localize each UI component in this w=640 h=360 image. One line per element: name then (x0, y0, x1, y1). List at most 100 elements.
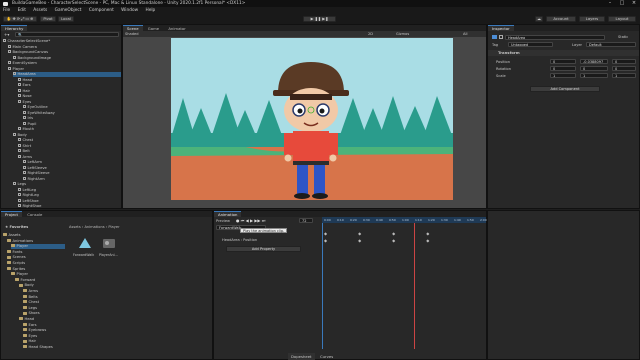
keyframes-row-2[interactable]: ◆◆◆◆ (324, 238, 460, 243)
breadcrumb-animations[interactable]: Animations (84, 225, 104, 229)
project-folder-row[interactable]: Body (19, 283, 65, 288)
close-button[interactable]: × (628, 0, 640, 7)
hierarchy-row[interactable]: LeftArm (23, 160, 121, 165)
timeline-ruler[interactable]: 0:00 0:10 0:20 0:30 0:40 0:50 1:00 1:10 1:20 1:30… (322, 217, 487, 223)
project-folder-row[interactable]: Legs (23, 306, 65, 311)
hierarchy-row[interactable]: Head (18, 78, 121, 83)
tab-console[interactable]: Console (23, 212, 46, 218)
hierarchy-row[interactable]: Main Camera (8, 45, 121, 50)
preview-toggle[interactable]: Preview (216, 219, 230, 223)
hierarchy-row[interactable]: BackgroundImage (13, 56, 121, 61)
tab-inspector[interactable]: Inspector (488, 25, 514, 31)
gizmos-dropdown[interactable]: Gizmos (396, 31, 409, 37)
tab-curves[interactable]: Curves (317, 353, 336, 360)
hierarchy-row[interactable]: RightShoe (18, 204, 121, 209)
tab-dopesheet[interactable]: Dopesheet (288, 353, 315, 360)
hierarchy-row[interactable]: Belt (18, 149, 121, 154)
project-folder-row[interactable]: Ears (23, 323, 65, 328)
playback-controls[interactable]: ● ⏮ ◀ ▶ ▶▶ ⏭ (236, 218, 265, 223)
hierarchy-row[interactable]: BackgroundCanvas (8, 50, 121, 55)
position-z-field[interactable]: 0 (612, 59, 636, 64)
hierarchy-row[interactable]: LeftSleeve (23, 166, 121, 171)
active-checkbox[interactable] (499, 35, 503, 39)
tab-hierarchy[interactable]: Hierarchy (1, 25, 28, 31)
layout-dropdown[interactable]: Layout (608, 16, 636, 22)
rotation-x-field[interactable]: 0 (550, 66, 576, 71)
hierarchy-row[interactable]: Iris (23, 116, 121, 121)
pivot-toggle[interactable]: Pivot (40, 16, 56, 22)
favorites-header[interactable]: ★ Favorites (5, 225, 28, 229)
2d-toggle[interactable]: 2D (368, 31, 373, 37)
minimize-button[interactable]: – (604, 0, 616, 7)
project-folder-row[interactable]: Head Shapes (23, 345, 65, 350)
project-folder-row[interactable]: Player (11, 244, 65, 250)
hierarchy-row[interactable]: Body (13, 133, 121, 138)
hierarchy-row[interactable]: Shirt (18, 144, 121, 149)
create-button[interactable]: +▾ (4, 32, 9, 37)
object-name-field[interactable]: HeadArea (505, 34, 605, 40)
asset-player-animator[interactable] (101, 237, 117, 251)
keyframes-row-1[interactable]: ◆◆◆◆ (324, 231, 460, 236)
hierarchy-row[interactable]: Player (8, 67, 121, 72)
tab-project[interactable]: Project (1, 211, 22, 217)
hierarchy-row[interactable]: LeftLeg (18, 188, 121, 193)
project-folder-row[interactable]: Hair (23, 339, 65, 344)
project-folder-row[interactable]: Assets (3, 233, 65, 238)
hierarchy-row[interactable]: Arms (18, 155, 121, 160)
tab-animation[interactable]: Animation (214, 211, 242, 217)
project-folder-row[interactable]: Eyes (23, 334, 65, 339)
project-folder-row[interactable]: Forward (15, 278, 65, 283)
hierarchy-row[interactable]: EyeOutline (23, 105, 121, 110)
menu-window[interactable]: Window (118, 7, 141, 14)
menu-help[interactable]: Help (142, 7, 158, 14)
shading-dropdown[interactable]: Shaded (123, 32, 139, 36)
menu-component[interactable]: Component (86, 7, 117, 14)
breadcrumb-player[interactable]: Player (108, 225, 119, 229)
project-folder-row[interactable]: Animations (7, 239, 65, 244)
menu-assets[interactable]: Assets (30, 7, 50, 14)
hierarchy-row[interactable]: Pupil (23, 122, 121, 127)
hierarchy-row[interactable]: RightSleeve (23, 171, 121, 176)
hierarchy-row[interactable]: HeadArea (13, 72, 121, 77)
rotation-y-field[interactable]: 0 (580, 66, 608, 71)
hierarchy-row[interactable]: Eyes (18, 100, 121, 105)
hierarchy-row[interactable]: Legs (13, 182, 121, 187)
menu-gameobject[interactable]: GameObject (52, 7, 85, 14)
project-folder-row[interactable]: Head (19, 317, 65, 322)
position-x-field[interactable]: 0 (550, 59, 576, 64)
rotation-z-field[interactable]: 0 (612, 66, 636, 71)
add-property-button[interactable]: Add Property (226, 246, 301, 252)
transform-tools[interactable]: ✋ ✥ ⟳ ⤢ ▭ ⊕ (3, 16, 37, 22)
scale-z-field[interactable]: 1 (612, 73, 636, 78)
asset-forwardwalk[interactable] (77, 237, 93, 251)
menu-file[interactable]: File (0, 7, 13, 14)
hierarchy-row[interactable]: EyeWhiteAway (23, 111, 121, 116)
layer-dropdown[interactable]: Default (586, 42, 636, 47)
game-canvas[interactable] (171, 38, 453, 200)
layers-dropdown[interactable]: Layers (579, 16, 605, 22)
tag-dropdown[interactable]: Untagged (508, 42, 553, 47)
static-toggle[interactable]: Static (618, 35, 628, 39)
maximize-button[interactable]: □ (616, 0, 628, 7)
project-folder-row[interactable]: Arms (23, 289, 65, 294)
hierarchy-row[interactable]: LeftShoe (18, 199, 121, 204)
hierarchy-row[interactable]: Hair (18, 89, 121, 94)
frame-field[interactable]: 72 (299, 218, 313, 223)
playhead[interactable] (322, 223, 323, 349)
account-dropdown[interactable]: Account (546, 16, 576, 22)
play-controls[interactable]: ▶ ❚❚ ▶❚ (303, 16, 336, 22)
scale-x-field[interactable]: 1 (550, 73, 576, 78)
position-y-field[interactable]: -0.0388097 (580, 59, 608, 64)
cloud-icon[interactable]: ☁ (535, 16, 543, 22)
local-toggle[interactable]: Local (58, 16, 74, 22)
hierarchy-row[interactable]: Mouth (18, 127, 121, 132)
hierarchy-row[interactable]: RightArm (23, 177, 121, 182)
project-folder-row[interactable]: Scripts (7, 261, 65, 266)
hierarchy-row[interactable]: RightLeg (18, 193, 121, 198)
hierarchy-row[interactable]: EventSystem (8, 61, 121, 66)
project-folder-row[interactable]: Scenes (7, 255, 65, 260)
property-row[interactable]: HeadArea : Position (222, 238, 257, 242)
scale-y-field[interactable]: 1 (580, 73, 608, 78)
project-folder-row[interactable]: Belts (23, 295, 65, 300)
project-folder-row[interactable]: Shoes (23, 311, 65, 316)
